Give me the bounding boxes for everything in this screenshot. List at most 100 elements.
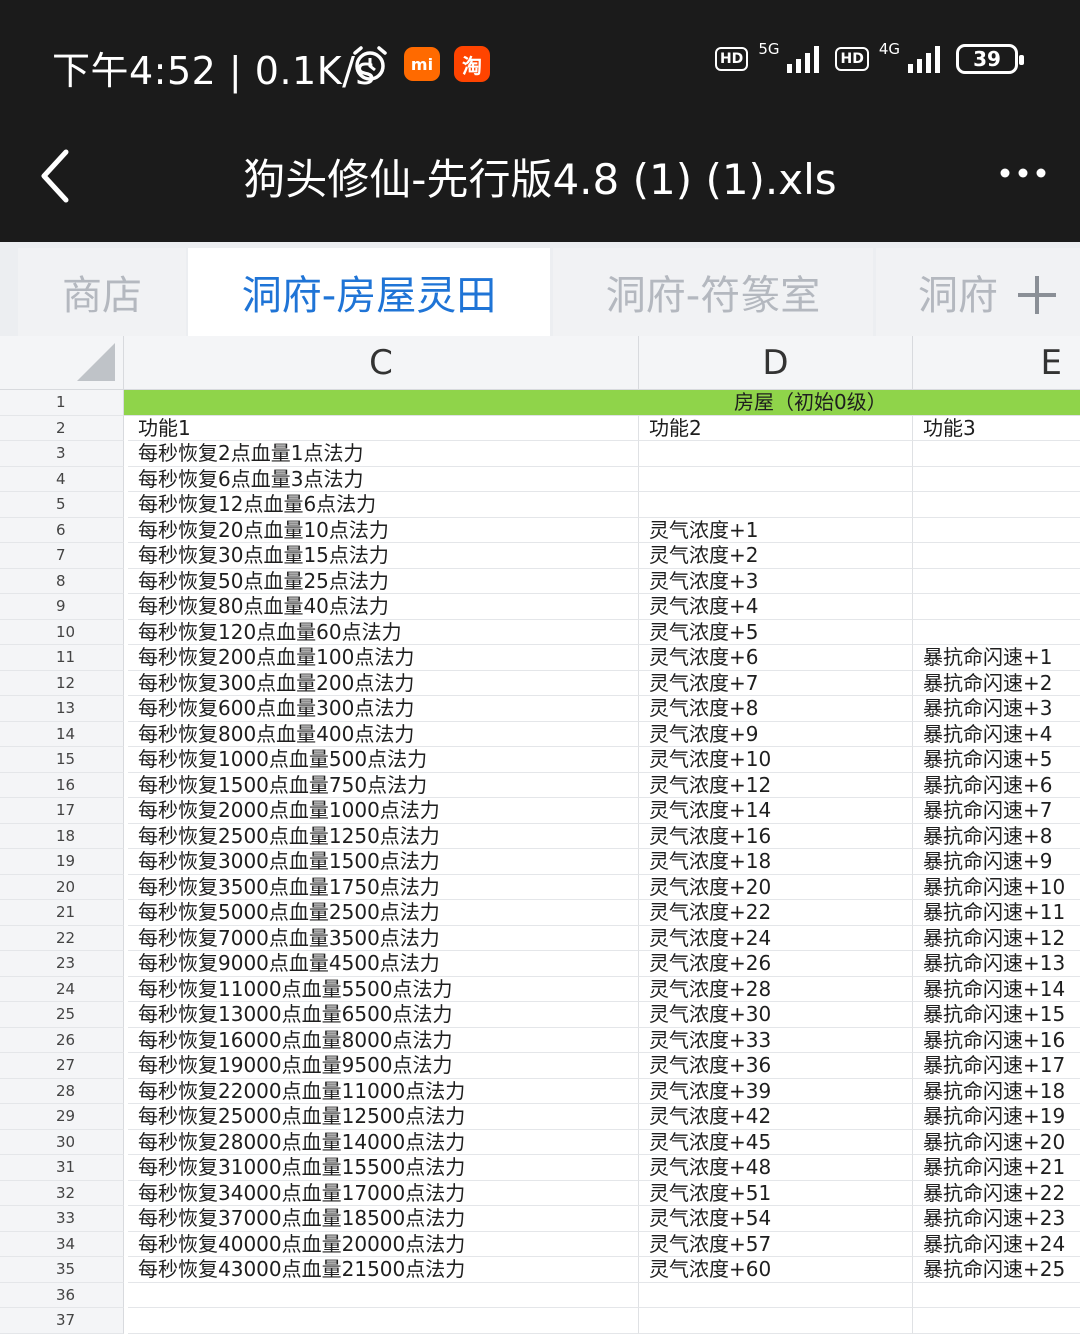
row-number[interactable]: 10: [0, 619, 124, 645]
tab-shop[interactable]: 商店: [18, 248, 186, 336]
cell-c[interactable]: 每秒恢复5000点血量2500点法力: [128, 900, 639, 926]
row-number[interactable]: 9: [0, 594, 124, 620]
cell-d[interactable]: 灵气浓度+3: [639, 568, 913, 594]
row-number[interactable]: 29: [0, 1104, 124, 1130]
cell-c[interactable]: 每秒恢复800点血量400点法力: [128, 721, 639, 747]
cell-e[interactable]: 暴抗命闪速+25: [913, 1257, 1080, 1283]
cell-e[interactable]: [913, 492, 1080, 518]
row-number[interactable]: 32: [0, 1180, 124, 1206]
cell-c[interactable]: 每秒恢复7000点血量3500点法力: [128, 925, 639, 951]
cell-c[interactable]: 每秒恢复28000点血量14000点法力: [128, 1129, 639, 1155]
cell-c[interactable]: 每秒恢复30点血量15点法力: [128, 543, 639, 569]
cell-c[interactable]: 每秒恢复2点血量1点法力: [128, 441, 639, 467]
cell-e[interactable]: 暴抗命闪速+21: [913, 1155, 1080, 1181]
row-number[interactable]: 7: [0, 543, 124, 569]
cell-e[interactable]: 暴抗命闪速+23: [913, 1206, 1080, 1232]
row-number[interactable]: 36: [0, 1282, 124, 1308]
cell-d[interactable]: 灵气浓度+12: [639, 772, 913, 798]
cell-e[interactable]: 暴抗命闪速+14: [913, 977, 1080, 1002]
cell-c[interactable]: 每秒恢复1500点血量750点法力: [128, 772, 639, 798]
cell-e[interactable]: [913, 467, 1080, 492]
cell-e[interactable]: [913, 594, 1080, 620]
cell-d[interactable]: [639, 441, 913, 467]
row-number[interactable]: 33: [0, 1206, 124, 1232]
cell-e[interactable]: 暴抗命闪速+3: [913, 696, 1080, 722]
cell-c[interactable]: 每秒恢复80点血量40点法力: [128, 594, 639, 620]
cell-c[interactable]: 每秒恢复3500点血量1750点法力: [128, 874, 639, 900]
cell-c[interactable]: 每秒恢复20点血量10点法力: [128, 517, 639, 543]
row-number[interactable]: 25: [0, 1002, 124, 1028]
cell-d[interactable]: 灵气浓度+6: [639, 645, 913, 671]
row-number[interactable]: 4: [0, 466, 124, 492]
cell-d[interactable]: [639, 1282, 913, 1308]
cell-d[interactable]: 灵气浓度+57: [639, 1231, 913, 1257]
row-number[interactable]: 28: [0, 1078, 124, 1104]
cell-d[interactable]: 灵气浓度+1: [639, 517, 913, 543]
cell-e[interactable]: 功能3: [913, 416, 1080, 441]
cell-d[interactable]: 灵气浓度+48: [639, 1155, 913, 1181]
cell-c[interactable]: 每秒恢复16000点血量8000点法力: [128, 1027, 639, 1053]
row-number[interactable]: 27: [0, 1053, 124, 1079]
cell-c[interactable]: 每秒恢复600点血量300点法力: [128, 696, 639, 722]
cell-c[interactable]: 每秒恢复25000点血量12500点法力: [128, 1104, 639, 1130]
row-number[interactable]: 6: [0, 517, 124, 543]
cell-d[interactable]: 灵气浓度+2: [639, 543, 913, 569]
row-number[interactable]: 30: [0, 1129, 124, 1155]
cell-c[interactable]: 每秒恢复9000点血量4500点法力: [128, 951, 639, 977]
cell-e[interactable]: 暴抗命闪速+15: [913, 1002, 1080, 1028]
cell-d[interactable]: [639, 492, 913, 518]
row-number[interactable]: 8: [0, 568, 124, 594]
cell-e[interactable]: 暴抗命闪速+12: [913, 926, 1080, 951]
row-number[interactable]: 14: [0, 721, 124, 747]
cell-c[interactable]: [128, 1308, 639, 1334]
tab-dongfu[interactable]: 洞府: [876, 248, 1080, 336]
row-number[interactable]: 35: [0, 1257, 124, 1283]
cell-d[interactable]: 灵气浓度+4: [639, 594, 913, 620]
cell-d[interactable]: 功能2: [639, 415, 913, 441]
cell-d[interactable]: 灵气浓度+5: [639, 619, 913, 645]
cell-c[interactable]: 每秒恢复2000点血量1000点法力: [128, 798, 639, 824]
tab-talisman-room[interactable]: 洞府-符篆室: [553, 248, 873, 336]
row-number[interactable]: 22: [0, 925, 124, 951]
cell-e[interactable]: 暴抗命闪速+18: [913, 1079, 1080, 1104]
cell-d[interactable]: 灵气浓度+9: [639, 721, 913, 747]
cell-e[interactable]: 暴抗命闪速+4: [913, 722, 1080, 747]
cell-e[interactable]: [913, 569, 1080, 594]
cell-d[interactable]: 灵气浓度+36: [639, 1053, 913, 1079]
cell-e[interactable]: 暴抗命闪速+24: [913, 1232, 1080, 1257]
cell-d[interactable]: 灵气浓度+42: [639, 1104, 913, 1130]
cell-c[interactable]: 每秒恢复300点血量200点法力: [128, 670, 639, 696]
cell-c[interactable]: 每秒恢复6点血量3点法力: [128, 466, 639, 492]
row-number[interactable]: 15: [0, 747, 124, 773]
cell-e[interactable]: 暴抗命闪速+9: [913, 849, 1080, 875]
cell-e[interactable]: 暴抗命闪速+17: [913, 1053, 1080, 1079]
cell-e[interactable]: 暴抗命闪速+16: [913, 1028, 1080, 1053]
cell-d[interactable]: 灵气浓度+20: [639, 874, 913, 900]
row-number[interactable]: 18: [0, 823, 124, 849]
column-header-d[interactable]: D: [639, 336, 913, 390]
cell-d[interactable]: 灵气浓度+10: [639, 747, 913, 773]
more-options-icon[interactable]: [998, 160, 1048, 186]
row-number[interactable]: 23: [0, 951, 124, 977]
back-arrow-icon[interactable]: [36, 146, 76, 206]
cell-d[interactable]: 灵气浓度+7: [639, 670, 913, 696]
cell-d[interactable]: [639, 466, 913, 492]
cell-d[interactable]: 灵气浓度+60: [639, 1257, 913, 1283]
cell-c[interactable]: 每秒恢复200点血量100点法力: [128, 645, 639, 671]
cell-e[interactable]: 暴抗命闪速+13: [913, 951, 1080, 977]
cell-e[interactable]: 暴抗命闪速+10: [913, 875, 1080, 900]
merged-header-cell[interactable]: 房屋（初始0级）: [124, 390, 1080, 416]
row-number[interactable]: 11: [0, 645, 124, 671]
cell-e[interactable]: [913, 543, 1080, 569]
cell-c[interactable]: 每秒恢复12点血量6点法力: [128, 492, 639, 518]
cell-d[interactable]: 灵气浓度+39: [639, 1078, 913, 1104]
cell-d[interactable]: 灵气浓度+22: [639, 900, 913, 926]
cell-d[interactable]: 灵气浓度+45: [639, 1129, 913, 1155]
row-number[interactable]: 3: [0, 441, 124, 467]
cell-c[interactable]: 每秒恢复2500点血量1250点法力: [128, 823, 639, 849]
row-number[interactable]: 24: [0, 976, 124, 1002]
cell-c[interactable]: 每秒恢复13000点血量6500点法力: [128, 1002, 639, 1028]
cell-e[interactable]: 暴抗命闪速+8: [913, 824, 1080, 849]
cell-e[interactable]: [913, 441, 1080, 467]
cell-c[interactable]: 功能1: [128, 415, 639, 441]
